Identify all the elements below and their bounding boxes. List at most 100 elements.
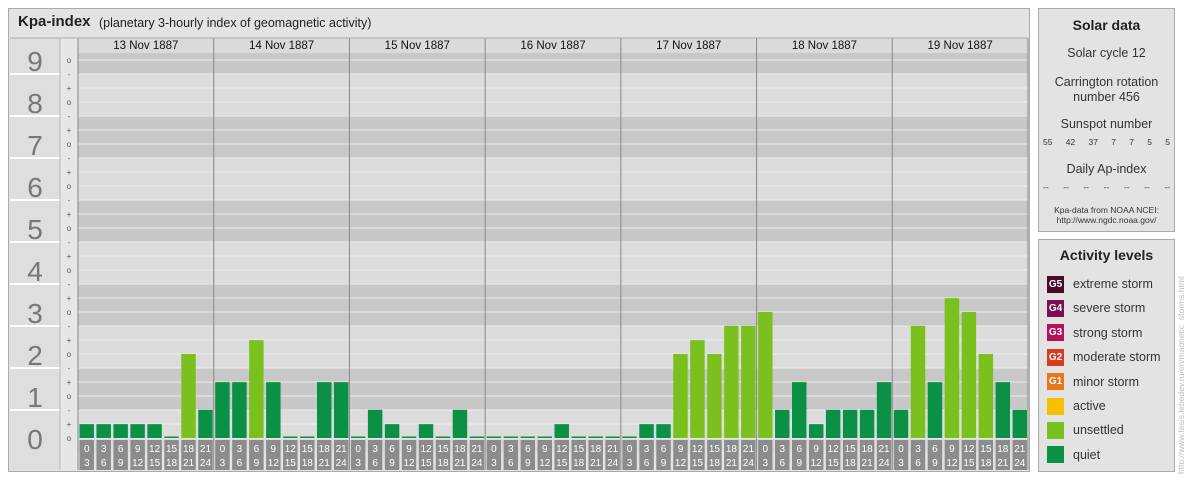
interval-start-label: 6 bbox=[932, 444, 938, 455]
sub-tick-label: - bbox=[68, 196, 71, 205]
legend-swatch: G3 bbox=[1047, 324, 1064, 342]
interval-start-label: 9 bbox=[135, 444, 141, 455]
legend-label: unsettled bbox=[1073, 423, 1124, 438]
interval-end-label: 9 bbox=[796, 458, 802, 469]
kp-bar-d4-s7 bbox=[741, 325, 756, 438]
sub-tick-label: o bbox=[67, 392, 72, 401]
kp-bar-d2-s5 bbox=[435, 436, 451, 438]
ap-value-1: -- bbox=[1063, 182, 1069, 192]
interval-end-label: 6 bbox=[372, 458, 378, 469]
kp-bar-d3-s3 bbox=[537, 436, 552, 438]
sub-tick-label: o bbox=[67, 350, 72, 359]
interval-end-label: 12 bbox=[946, 458, 958, 469]
kp-bar-d6-s3 bbox=[944, 298, 960, 438]
legend-label: quiet bbox=[1073, 447, 1101, 462]
interval-start-label: 21 bbox=[607, 444, 619, 455]
interval-start-label: 0 bbox=[84, 444, 90, 455]
interval-start-label: 6 bbox=[525, 444, 531, 455]
interval-end-label: 9 bbox=[254, 458, 260, 469]
interval-start-label: 18 bbox=[454, 444, 466, 455]
interval-start-label: 12 bbox=[692, 444, 704, 455]
interval-end-label: 18 bbox=[980, 458, 992, 469]
kp-bar-d5-s2 bbox=[792, 382, 807, 438]
kp-bar-d4-s3 bbox=[673, 354, 688, 438]
legend-item-quiet: quiet bbox=[1047, 446, 1100, 464]
kp-bar-d1-s3 bbox=[266, 382, 281, 438]
legend-swatch: G2 bbox=[1047, 348, 1064, 366]
kpa-chart-panel: Kpa-index (planetary 3-hourly index of g… bbox=[8, 8, 1030, 472]
sub-tick-label: o bbox=[67, 308, 72, 317]
sunspot-values-row: 55 42 37 7 7 5 5 bbox=[1043, 137, 1170, 147]
solar-data-heading: Solar data bbox=[1072, 17, 1141, 33]
interval-end-label: 24 bbox=[743, 458, 755, 469]
sub-tick-label: + bbox=[67, 294, 72, 303]
interval-end-label: 21 bbox=[997, 458, 1009, 469]
interval-end-label: 12 bbox=[811, 458, 823, 469]
legend-label: strong storm bbox=[1073, 325, 1143, 340]
sub-tick-label: o bbox=[67, 182, 72, 191]
interval-start-label: 3 bbox=[372, 444, 378, 455]
interval-end-label: 18 bbox=[845, 458, 857, 469]
y-level-label-1: 1 bbox=[27, 382, 43, 413]
y-level-label-4: 4 bbox=[27, 256, 43, 287]
interval-end-label: 12 bbox=[132, 458, 144, 469]
interval-end-label: 9 bbox=[525, 458, 531, 469]
kp-bar-d5-s6 bbox=[859, 409, 875, 438]
ap-value-2: -- bbox=[1083, 182, 1090, 192]
kp-bar-d3-s4 bbox=[554, 424, 569, 438]
interval-start-label: 0 bbox=[763, 444, 769, 455]
y-level-label-5: 5 bbox=[27, 214, 43, 245]
kp-bar-d0-s3 bbox=[130, 424, 145, 438]
kp-band-5 bbox=[78, 200, 1028, 242]
interval-end-label: 15 bbox=[828, 458, 840, 469]
date-label-5: 18 Nov 1887 bbox=[792, 40, 857, 52]
interval-start-label: 15 bbox=[709, 444, 721, 455]
interval-start-label: 18 bbox=[319, 444, 331, 455]
carrington-line1: Carrington rotation bbox=[1054, 75, 1159, 89]
interval-end-label: 24 bbox=[878, 458, 890, 469]
ap-value-5: -- bbox=[1144, 182, 1150, 192]
sub-tick-label: o bbox=[67, 266, 72, 275]
interval-start-label: 21 bbox=[1014, 444, 1026, 455]
y-level-label-9: 9 bbox=[27, 46, 43, 77]
legend-label: minor storm bbox=[1073, 374, 1139, 389]
date-label-1: 14 Nov 1887 bbox=[249, 40, 314, 52]
legend-label: extreme storm bbox=[1073, 277, 1153, 291]
interval-end-label: 15 bbox=[149, 458, 161, 469]
interval-end-label: 24 bbox=[471, 458, 483, 469]
interval-start-label: 3 bbox=[508, 444, 514, 455]
kp-bar-d3-s7 bbox=[605, 436, 620, 438]
kp-bar-d5-s4 bbox=[825, 409, 841, 438]
sub-tick-label: - bbox=[68, 322, 71, 331]
sub-tick-label: o bbox=[67, 224, 72, 233]
interval-start-label: 0 bbox=[627, 444, 633, 455]
kp-bar-d3-s1 bbox=[503, 436, 519, 438]
interval-end-label: 18 bbox=[709, 458, 721, 469]
sunspot-value-6: 5 bbox=[1165, 137, 1170, 147]
interval-end-label: 6 bbox=[779, 458, 785, 469]
kp-bar-d6-s6 bbox=[995, 382, 1011, 438]
interval-start-label: 21 bbox=[471, 444, 483, 455]
y-level-label-3: 3 bbox=[27, 298, 43, 329]
sub-tick-label: + bbox=[67, 210, 72, 219]
kp-bar-d4-s0 bbox=[622, 436, 637, 438]
sunspot-value-1: 42 bbox=[1065, 137, 1076, 147]
sub-tick-label: + bbox=[67, 378, 72, 387]
sub-tick-label: + bbox=[67, 420, 72, 429]
interval-start-label: 15 bbox=[845, 444, 857, 455]
interval-end-label: 9 bbox=[932, 458, 938, 469]
ap-value-3: -- bbox=[1103, 182, 1110, 192]
kp-bar-d3-s0 bbox=[486, 436, 502, 438]
legend-swatch: G4 bbox=[1047, 299, 1064, 317]
date-label-3: 16 Nov 1887 bbox=[520, 40, 585, 52]
kp-bar-d6-s7 bbox=[1012, 409, 1027, 438]
legend-label: moderate storm bbox=[1073, 350, 1161, 365]
kp-bar-d6-s0 bbox=[893, 409, 909, 438]
sub-tick-label: + bbox=[67, 168, 72, 177]
kp-bar-d2-s2 bbox=[384, 424, 400, 438]
interval-end-label: 9 bbox=[118, 458, 124, 469]
sub-tick-label: + bbox=[67, 252, 72, 261]
legend-item-moderate-storm: G2 moderate storm bbox=[1047, 348, 1161, 366]
interval-end-label: 3 bbox=[491, 458, 497, 469]
interval-end-label: 15 bbox=[963, 458, 975, 469]
